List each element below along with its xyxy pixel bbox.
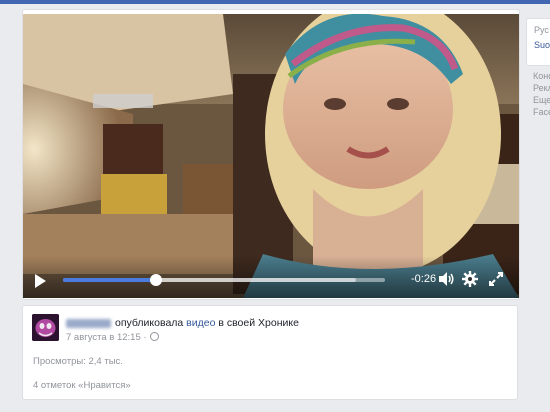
footer-link[interactable]: Face [533, 106, 550, 118]
author-name-blurred[interactable] [66, 318, 111, 328]
progress-bar [63, 278, 157, 282]
play-icon[interactable] [35, 274, 46, 288]
views-count: Просмотры: 2,4 тыс. [33, 356, 123, 367]
volume-icon[interactable] [437, 270, 455, 288]
avatar-image [32, 314, 59, 341]
globe-icon [149, 332, 159, 341]
footer-link[interactable]: Конф [533, 70, 550, 82]
post-headline: опубликовала видео в своей Хронике [66, 317, 299, 329]
post-date[interactable]: 7 августа в 12:15 · [66, 332, 147, 343]
language-label: Рус [534, 25, 549, 35]
footer-link[interactable]: Рекл [533, 82, 550, 94]
avatar[interactable] [32, 314, 59, 341]
buffer-bar [156, 278, 356, 282]
likes-count[interactable]: 4 отметок «Нравится» [33, 380, 131, 391]
language-panel: Рус Suo [526, 18, 550, 66]
time-remaining: -0:26 [411, 273, 437, 285]
progress-handle[interactable] [150, 274, 163, 286]
progress-track[interactable] [63, 274, 385, 286]
footer-links: Конф Рекл Еще Face [533, 70, 550, 118]
post-info-card: опубликовала видео в своей Хронике 7 авг… [22, 305, 518, 400]
gear-icon[interactable] [461, 270, 479, 288]
video-link[interactable]: видео [186, 317, 215, 329]
language-link[interactable]: Suo [534, 40, 550, 50]
post-meta: 7 августа в 12:15 · [66, 332, 159, 343]
video-player[interactable]: -0:26 [23, 14, 519, 298]
video-card: -0:26 [22, 9, 520, 300]
top-bar [0, 0, 550, 4]
post-action: опубликовала [115, 317, 184, 329]
post-suffix: в своей Хронике [218, 317, 299, 329]
video-controls: -0:26 [23, 256, 519, 298]
footer-link[interactable]: Еще [533, 94, 550, 106]
fullscreen-icon[interactable] [487, 270, 505, 288]
